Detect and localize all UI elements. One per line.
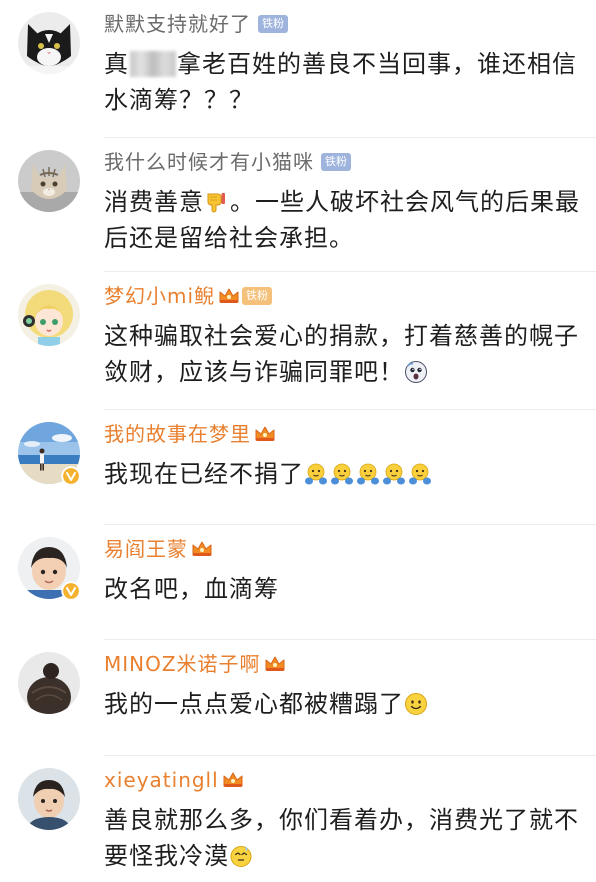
comment-item: 默默支持就好了 铁粉 真拿老百姓的善良不当回事，谁还相信水滴筹？？？ bbox=[0, 0, 596, 138]
smile-face-icon bbox=[404, 692, 428, 716]
avatar-image bbox=[18, 768, 80, 830]
comment-text-part: 消费善意 bbox=[104, 188, 204, 216]
avatar-image bbox=[18, 284, 80, 346]
comment-text-part: 我的一点点爱心都被糟蹋了 bbox=[104, 690, 404, 718]
comment-item: 我的故事在梦里 我现在已经不捐了 bbox=[0, 410, 596, 525]
user-avatar[interactable] bbox=[18, 537, 81, 601]
user-avatar[interactable] bbox=[18, 652, 80, 714]
hug-icon bbox=[408, 462, 432, 486]
comment-item: MINOZ米诺子啊 我的一点点爱心都被糟蹋了 bbox=[0, 640, 596, 756]
comment-item: 易阎王蒙 改名吧，血滴筹 bbox=[0, 525, 596, 640]
fan-badge: 铁粉 bbox=[321, 153, 351, 171]
comment-header: xieyatingll bbox=[104, 766, 244, 794]
username[interactable]: 我的故事在梦里 bbox=[104, 420, 251, 448]
verified-badge-icon bbox=[61, 581, 81, 601]
comment-text: 改名吧，血滴筹 bbox=[104, 571, 584, 607]
vip-crown-icon bbox=[254, 425, 276, 443]
comment-item: 我什么时候才有小猫咪 铁粉 消费善意 。一些人破坏社会风气的后果最后还是留给社会承… bbox=[0, 138, 596, 272]
user-avatar[interactable] bbox=[18, 422, 81, 486]
comment-header: 我的故事在梦里 bbox=[104, 420, 276, 448]
username[interactable]: 梦幻小mi鲵 bbox=[104, 282, 215, 310]
cat-avatar-icon bbox=[18, 12, 80, 74]
comment-text: 我的一点点爱心都被糟蹋了 bbox=[104, 686, 584, 722]
user-avatar[interactable] bbox=[18, 12, 80, 74]
hair-avatar-icon bbox=[18, 652, 80, 714]
comment-header: MINOZ米诺子啊 bbox=[104, 650, 286, 678]
vip-crown-icon bbox=[264, 655, 286, 673]
fan-badge: 铁粉 bbox=[258, 15, 288, 33]
username[interactable]: xieyatingll bbox=[104, 766, 219, 794]
shocked-face-icon bbox=[404, 360, 428, 384]
comment-header: 默默支持就好了 铁粉 bbox=[104, 10, 288, 38]
comment-list: 默默支持就好了 铁粉 真拿老百姓的善良不当回事，谁还相信水滴筹？？？ 我什么时候… bbox=[0, 0, 596, 882]
comment-text-part: 改名吧，血滴筹 bbox=[104, 575, 279, 603]
squint-face-icon bbox=[229, 844, 253, 868]
comment-text-part: 这种骗取社会爱心的捐款，打着慈善的幌子敛财，应该与诈骗同罪吧！ bbox=[104, 322, 579, 386]
username[interactable]: 默默支持就好了 bbox=[104, 10, 251, 38]
username[interactable]: 易阎王蒙 bbox=[104, 535, 188, 563]
comment-header: 我什么时候才有小猫咪 铁粉 bbox=[104, 148, 351, 176]
comment-text-part: 我现在已经不捐了 bbox=[104, 460, 304, 488]
comment-header: 易阎王蒙 bbox=[104, 535, 213, 563]
comment-text-part: 善良就那么多，你们看着办，消费光了就不要怪我冷漠 bbox=[104, 806, 579, 870]
comment-text: 善良就那么多，你们看着办，消费光了就不要怪我冷漠 bbox=[104, 802, 584, 874]
vip-crown-icon bbox=[222, 771, 244, 789]
comment-text: 这种骗取社会爱心的捐款，打着慈善的幌子敛财，应该与诈骗同罪吧！ bbox=[104, 318, 584, 390]
avatar-image bbox=[18, 652, 80, 714]
cat-avatar-icon bbox=[18, 150, 80, 212]
username[interactable]: 我什么时候才有小猫咪 bbox=[104, 148, 314, 176]
comment-header: 梦幻小mi鲵 铁粉 bbox=[104, 282, 273, 310]
comment-text: 消费善意 。一些人破坏社会风气的后果最后还是留给社会承担。 bbox=[104, 184, 584, 256]
vip-crown-icon bbox=[218, 287, 240, 305]
hug-icon bbox=[330, 462, 354, 486]
avatar-image bbox=[18, 12, 80, 74]
vip-crown-icon bbox=[191, 540, 213, 558]
comment-item: xieyatingll 善良就那么多，你们看着办，消费光了就不要怪我冷漠 bbox=[0, 756, 596, 882]
comment-text-part: 真 bbox=[104, 50, 129, 78]
blurred-text bbox=[130, 51, 176, 77]
hug-icon bbox=[382, 462, 406, 486]
comment-text: 真拿老百姓的善良不当回事，谁还相信水滴筹？？？ bbox=[104, 46, 584, 118]
comment-text: 我现在已经不捐了 bbox=[104, 456, 584, 492]
fan-badge: 铁粉 bbox=[242, 287, 273, 305]
comment-item: 梦幻小mi鲵 铁粉 这种骗取社会爱心的捐款，打着慈善的幌子敛财，应该与诈骗同罪吧… bbox=[0, 272, 596, 410]
user-avatar[interactable] bbox=[18, 150, 80, 212]
thumbs-down-icon bbox=[204, 190, 228, 214]
verified-badge-icon bbox=[61, 466, 81, 486]
hug-icon bbox=[304, 462, 328, 486]
boy-avatar-icon bbox=[18, 768, 80, 830]
username[interactable]: MINOZ米诺子啊 bbox=[104, 650, 261, 678]
avatar-image bbox=[18, 150, 80, 212]
user-avatar[interactable] bbox=[18, 284, 80, 346]
hug-icon bbox=[356, 462, 380, 486]
anime-girl-avatar-icon bbox=[18, 284, 80, 346]
user-avatar[interactable] bbox=[18, 768, 80, 830]
